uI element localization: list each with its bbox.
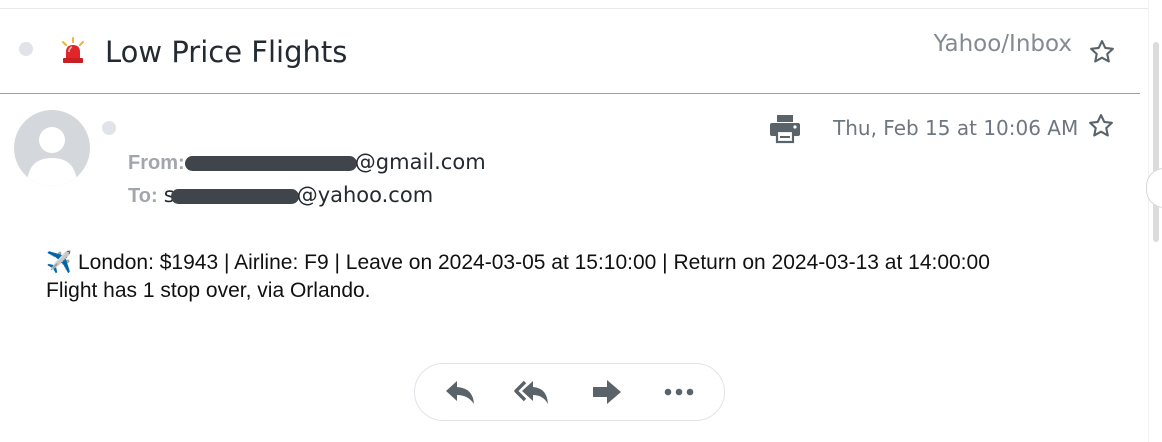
forward-icon[interactable] xyxy=(590,376,624,408)
email-subject: Low Price Flights xyxy=(105,35,348,69)
subject-header: Low Price Flights Yahoo/Inbox xyxy=(0,9,1140,94)
folder-label[interactable]: Yahoo/Inbox xyxy=(934,29,1072,59)
more-options-icon[interactable] xyxy=(662,376,696,408)
siren-icon xyxy=(62,37,84,63)
airplane-icon: ✈️ xyxy=(46,250,73,274)
from-label: From: xyxy=(128,152,185,174)
flight-details-text: London: $1943 | Airline: F9 | Leave on 2… xyxy=(78,251,990,274)
message-date: Thu, Feb 15 at 10:06 AM xyxy=(833,116,1079,140)
message-card: From: @gmail.com To: s @yahoo.com Thu, Fe… xyxy=(0,94,1140,442)
message-actions-toolbar xyxy=(414,363,725,421)
reply-icon[interactable] xyxy=(443,376,477,408)
avatar xyxy=(14,110,90,186)
window-top-edge xyxy=(0,0,1148,9)
from-line: From: @gmail.com xyxy=(128,148,486,177)
star-icon[interactable] xyxy=(1087,112,1115,140)
star-icon[interactable] xyxy=(1088,38,1116,66)
to-line: To: s @yahoo.com xyxy=(128,181,433,210)
read-status-dot[interactable] xyxy=(102,121,116,135)
print-icon[interactable] xyxy=(768,111,802,145)
to-address-suffix[interactable]: @yahoo.com xyxy=(297,183,433,207)
reply-all-icon[interactable] xyxy=(514,376,548,408)
message-body: ✈️ London: $1943 | Airline: F9 | Leave o… xyxy=(46,248,1056,305)
from-address-suffix[interactable]: @gmail.com xyxy=(355,150,486,174)
scrollbar-thumb[interactable] xyxy=(1153,42,1159,242)
unread-dot[interactable] xyxy=(19,42,33,56)
default-avatar-icon xyxy=(27,127,77,186)
stopover-text: Flight has 1 stop over, via Orlando. xyxy=(46,279,371,302)
redacted-sender xyxy=(184,155,357,171)
to-label: To: xyxy=(128,185,158,207)
redacted-recipient xyxy=(170,188,299,204)
